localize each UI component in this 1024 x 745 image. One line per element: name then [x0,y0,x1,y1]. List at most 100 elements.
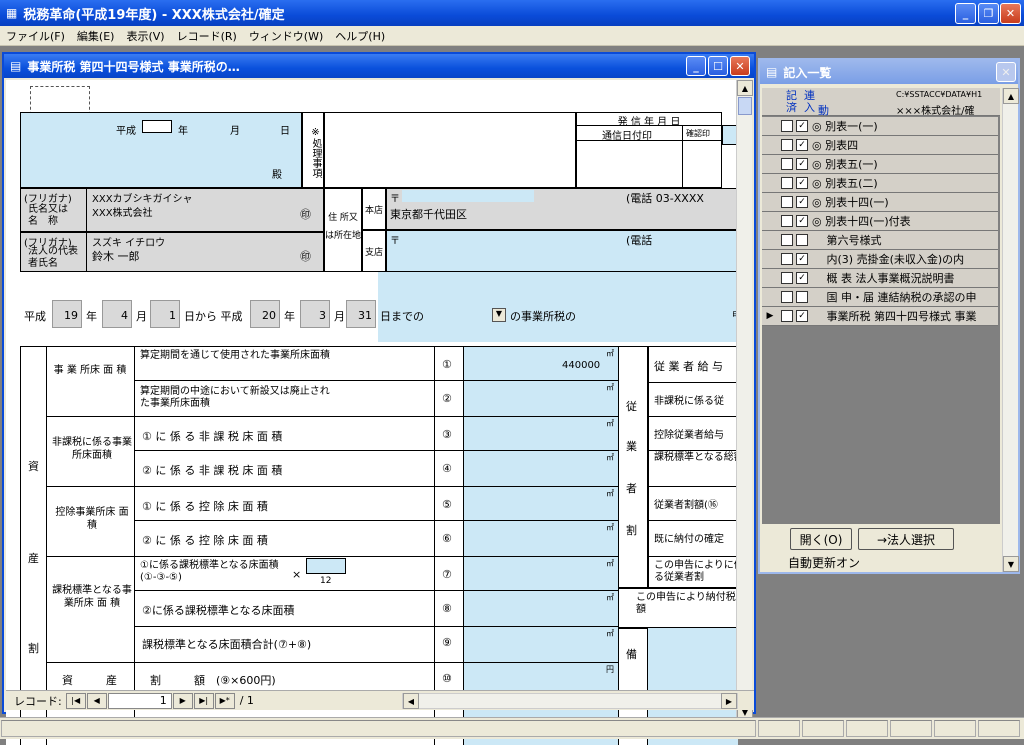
shiten-address[interactable] [386,230,738,272]
list-item[interactable]: ✓ ◎ 別表十四(一) [762,193,998,212]
list-item-done-checkbox[interactable] [781,158,793,170]
declaration-type-dropdown[interactable]: ▼ [492,308,506,322]
months-input[interactable] [306,558,346,574]
list-item-done-checkbox[interactable] [781,291,793,303]
auto-update-status: 自動更新オン [788,556,861,570]
postal-code-input[interactable] [402,190,534,202]
scroll-thumb[interactable] [738,97,752,115]
year-input[interactable] [142,120,172,133]
menu-file[interactable]: ファイル(F) [0,28,71,44]
list-item-link-checkbox[interactable]: ✓ [796,177,808,189]
form-icon: ▤ [10,59,22,73]
list-item-done-checkbox[interactable] [781,310,793,322]
from-month-input[interactable]: 4 [102,300,132,328]
list-window-title-bar[interactable]: ▤ 記入一覧 [760,60,1018,84]
list-item-link-checkbox[interactable]: ✓ [796,196,808,208]
menu-record[interactable]: レコード(R) [171,28,243,44]
menu-help[interactable]: ヘルプ(H) [329,28,391,44]
list-icon: ▤ [766,65,778,79]
rep-seal-icon: ㊞ [300,250,311,263]
list-close-button[interactable]: ✕ [996,62,1016,82]
rep-furigana[interactable]: スズキ イチロウ [92,234,165,249]
list-item[interactable]: ✓ 内(3) 売掛金(未収入金)の内 [762,250,998,269]
list-header: 記 済 連入 動 C:¥SSTACC¥DATA¥H1 ×××株式会社/確 [762,88,1000,117]
rep-name[interactable]: 鈴木 一郎 [92,248,140,264]
form-window: ▤ 事業所税 第四十四号様式 事業所税の… _ ☐ ✕ 平成 年 月 日 殿 ※… [2,52,756,745]
list-item-done-checkbox[interactable] [781,272,793,284]
form-maximize-button[interactable]: ☐ [708,56,728,76]
list-item-done-checkbox[interactable] [781,253,793,265]
prev-record-button[interactable]: ◀ [86,692,107,709]
list-item-done-checkbox[interactable] [781,215,793,227]
list-item-link-checkbox[interactable]: ✓ [796,215,808,227]
list-item[interactable]: ✓ ◎ 別表五(一) [762,155,998,174]
list-item-link-checkbox[interactable]: ✓ [796,253,808,265]
list-item-link-checkbox[interactable]: ✓ [796,139,808,151]
list-item-link-checkbox[interactable]: ✓ [796,272,808,284]
list-item-done-checkbox[interactable] [781,196,793,208]
open-button[interactable]: 開く(O) [790,528,852,550]
shori-label: ※処理事項 [302,112,324,188]
list-item-done-checkbox[interactable] [781,120,793,132]
restore-button[interactable]: ❐ [978,3,999,24]
list-vertical-scrollbar[interactable]: ▲ ▼ [1002,88,1019,572]
shiten-tel: (電話 [626,234,653,247]
list-item[interactable]: ✓ 概 表 法人事業概況説明書 [762,269,998,288]
first-record-button[interactable]: |◀ [65,692,86,709]
to-month-input[interactable]: 3 [300,300,330,328]
from-day-input[interactable]: 1 [150,300,180,328]
list-item[interactable]: ✓ ◎ 別表五(二) [762,174,998,193]
list-item-link-checkbox[interactable]: ✓ [796,310,808,322]
next-record-button[interactable]: ▶ [172,692,193,709]
company-name[interactable]: XXX株式会社 [92,204,153,219]
list-item-link-checkbox[interactable] [796,234,808,246]
app-icon: ▦ [6,6,18,20]
list-item[interactable]: 国 申・届 連結納税の承認の申 [762,288,998,307]
list-item-done-checkbox[interactable] [781,234,793,246]
menu-edit[interactable]: 編集(E) [71,28,121,44]
record-number-input[interactable]: 1 [107,692,172,709]
list-item-link-checkbox[interactable]: ✓ [796,120,808,132]
honten-tel: (電話 03-XXXX [626,192,704,205]
company-furigana[interactable]: XXXカブシキガイシャ [92,190,193,205]
list-scroll-down-icon[interactable]: ▼ [1003,556,1019,572]
list-body: 記 済 連入 動 C:¥SSTACC¥DATA¥H1 ×××株式会社/確 ✓ ◎ … [762,88,1000,524]
list-item-selected[interactable]: ▶ ✓ 事業所税 第四十四号様式 事業 [762,307,998,326]
menu-bar: ファイル(F) 編集(E) 表示(V) レコード(R) ウィンドウ(W) ヘルプ… [0,26,1024,46]
app-title: 税務革命(平成19年度) - XXX株式会社/確定 [23,7,285,23]
form-window-title: 事業所税 第四十四号様式 事業所税の… [27,59,240,74]
form-vertical-scrollbar[interactable]: ▲ ▼ [736,80,753,720]
scroll-up-icon[interactable]: ▲ [737,80,753,96]
close-button[interactable]: ✕ [1000,3,1021,24]
list-item-link-checkbox[interactable]: ✓ [796,158,808,170]
list-item[interactable]: ✓ ◎ 別表四 [762,136,998,155]
list-item[interactable]: ✓ ◎ 別表一(一) [762,117,998,136]
from-year-input[interactable]: 19 [52,300,82,328]
scroll-left-icon[interactable]: ◀ [403,693,419,709]
form-horizontal-scrollbar[interactable]: ◀ ▶ [402,693,738,709]
status-bar [0,717,1024,739]
to-year-input[interactable]: 20 [250,300,280,328]
scroll-right-icon[interactable]: ▶ [721,693,737,709]
current-row-icon: ▶ [766,311,774,321]
list-window: ▤ 記入一覧 ✕ 記 済 連入 動 C:¥SSTACC¥DATA¥H1 ×××株… [758,58,1020,574]
value-1: 440000 [562,360,601,371]
app-title-bar[interactable]: ▦ 税務革命(平成19年度) - XXX株式会社/確定 [0,0,1024,26]
form-minimize-button[interactable]: _ [686,56,706,76]
to-day-input[interactable]: 31 [346,300,376,328]
menu-window[interactable]: ウィンドウ(W) [243,28,329,44]
minimize-button[interactable]: _ [955,3,976,24]
honten-address-text: 東京都千代田区 [390,208,467,221]
list-scroll-up-icon[interactable]: ▲ [1003,88,1019,104]
list-item-done-checkbox[interactable] [781,177,793,189]
list-item[interactable]: 第六号様式 [762,231,998,250]
form-close-button[interactable]: ✕ [730,56,750,76]
last-record-button[interactable]: ▶| [193,692,214,709]
list-item-link-checkbox[interactable] [796,291,808,303]
new-record-button[interactable]: ▶* [214,692,235,709]
form-window-title-bar[interactable]: ▤ 事業所税 第四十四号様式 事業所税の… [4,54,754,78]
select-company-button[interactable]: →法人選択 [858,528,954,550]
list-item-done-checkbox[interactable] [781,139,793,151]
list-item[interactable]: ✓ ◎ 別表十四(一)付表 [762,212,998,231]
menu-view[interactable]: 表示(V) [120,28,170,44]
